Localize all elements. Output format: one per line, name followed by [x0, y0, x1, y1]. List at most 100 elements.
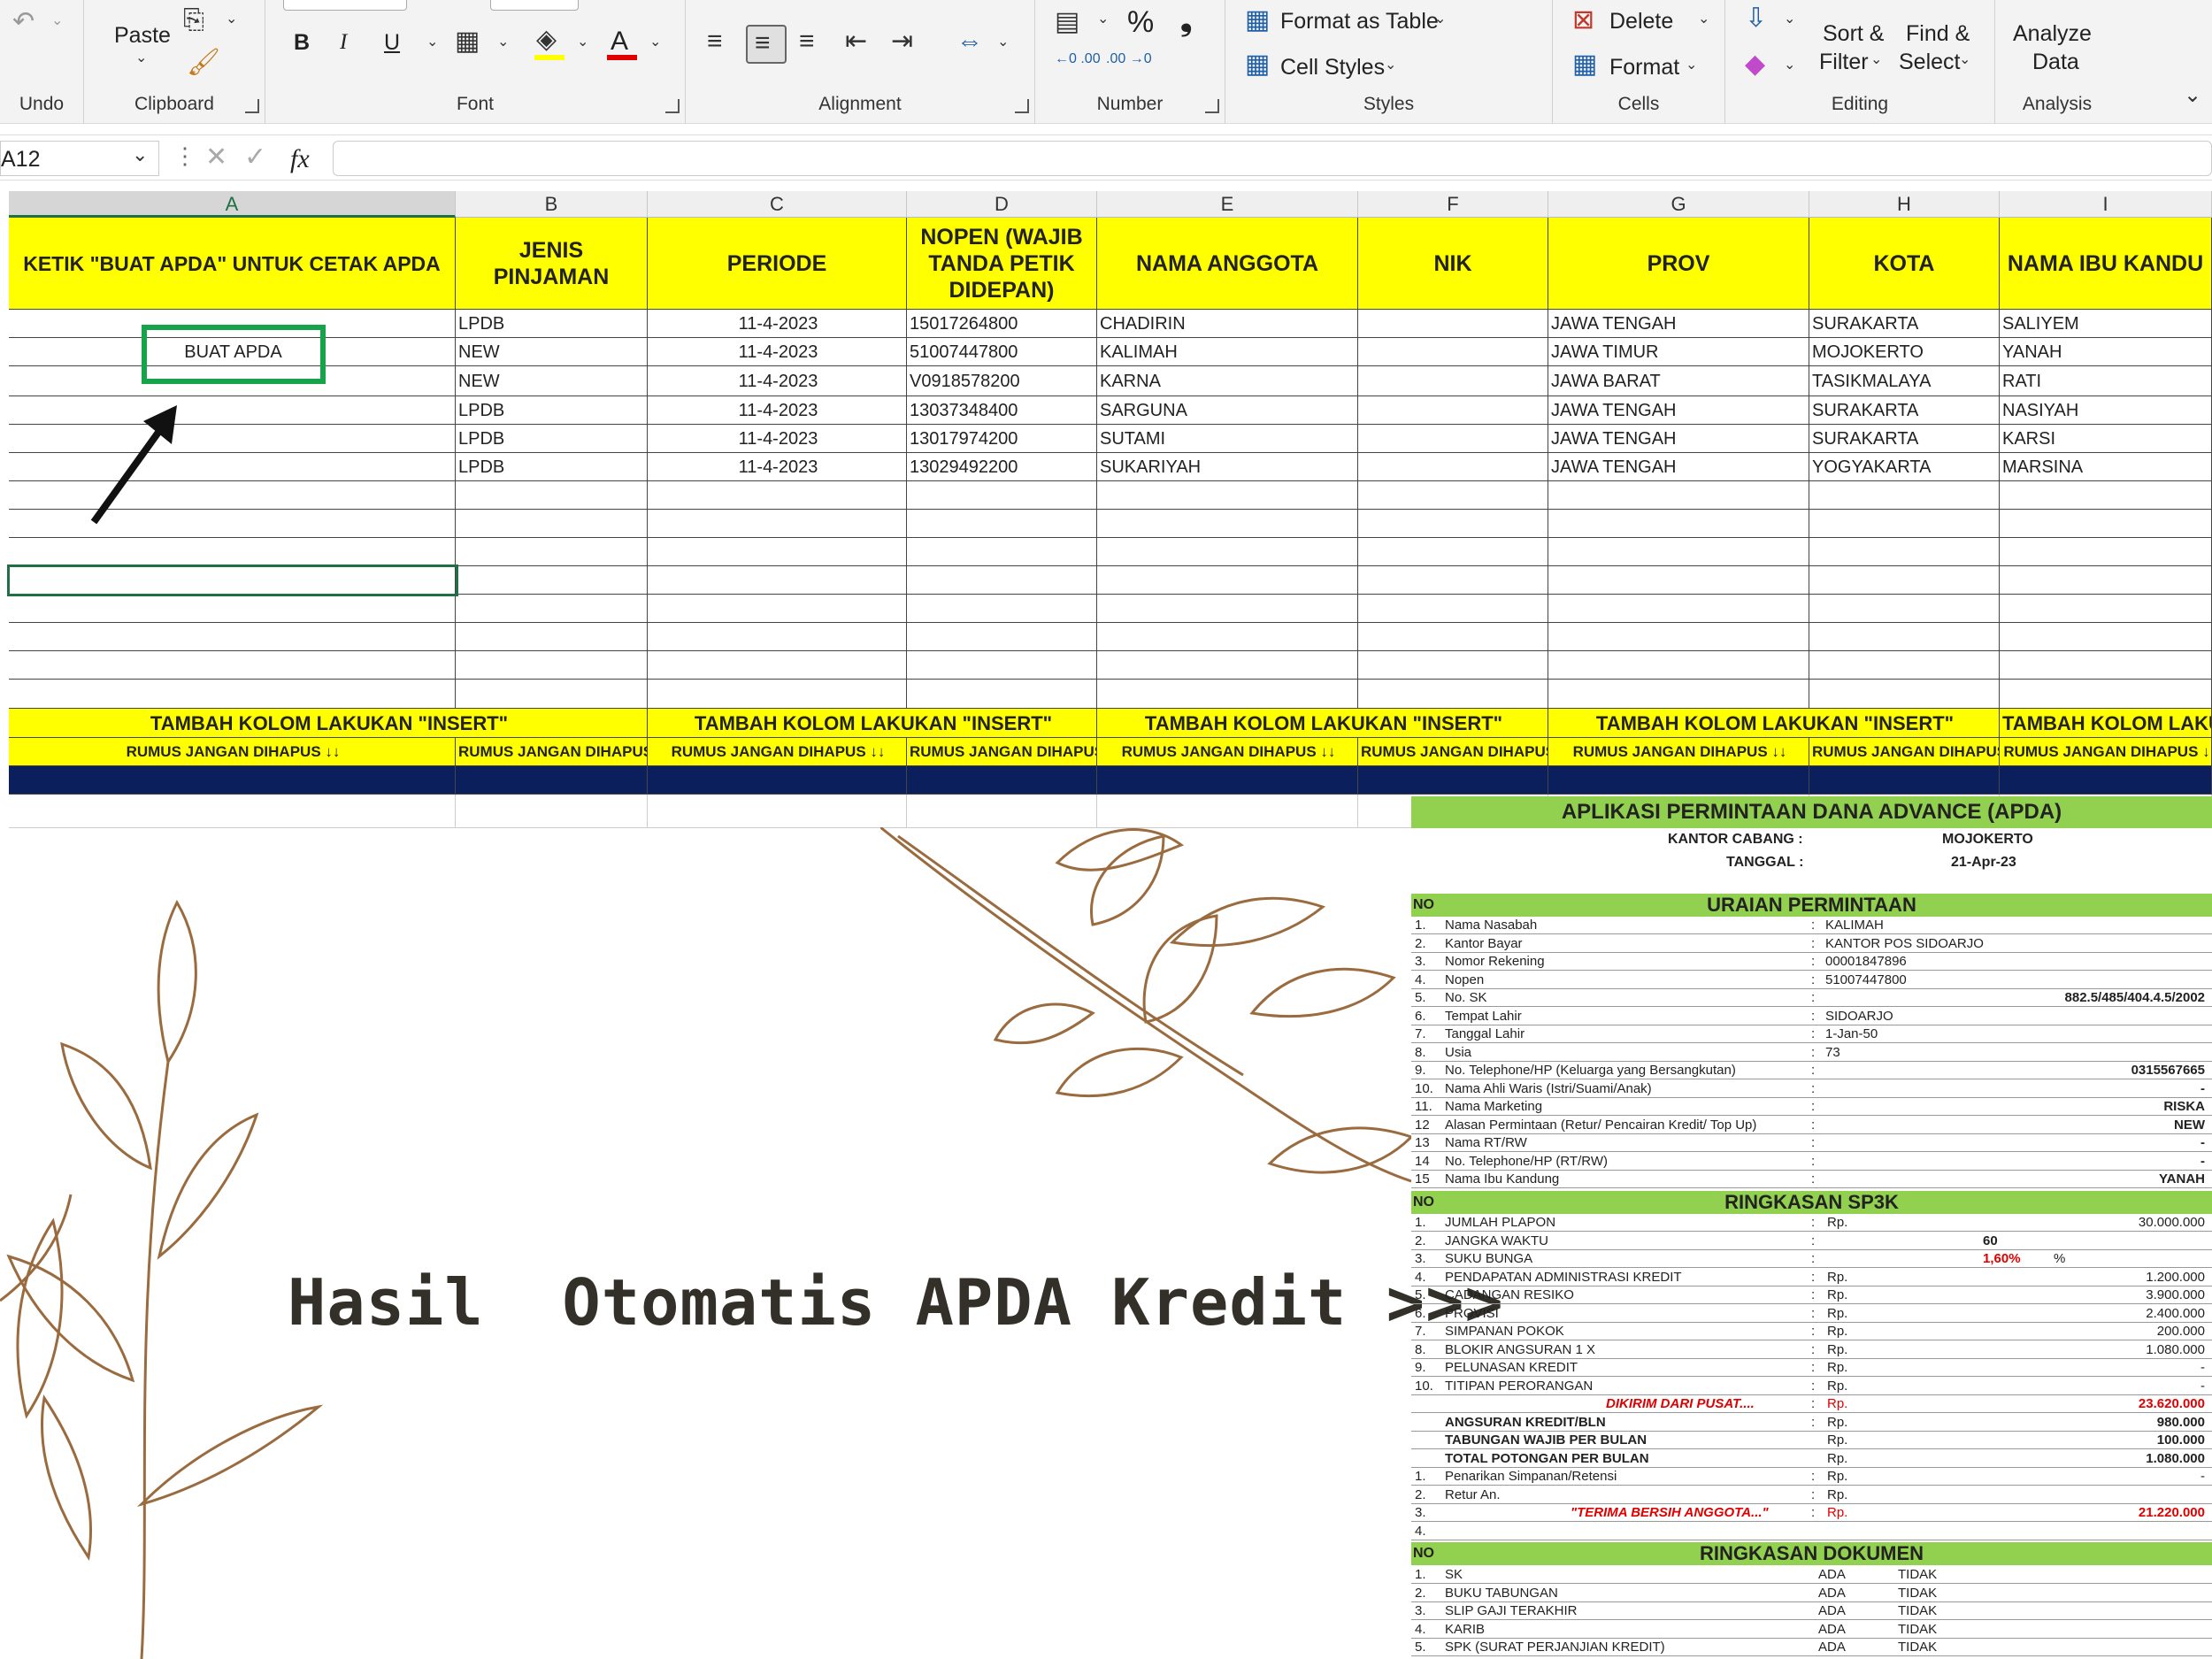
table-cell[interactable]: YANAH — [2000, 338, 2212, 366]
table-cell[interactable]: SURAKARTA — [1809, 310, 2000, 338]
table-cell[interactable]: 11-4-2023 — [648, 453, 907, 481]
table-cell[interactable] — [1548, 623, 1809, 651]
table-cell[interactable] — [907, 481, 1097, 510]
table-cell[interactable]: KARNA — [1097, 366, 1358, 396]
table-cell[interactable] — [648, 510, 907, 538]
header-cell[interactable]: KETIK "BUAT APDA" UNTUK CETAK APDA — [9, 218, 456, 310]
table-cell[interactable] — [1809, 680, 2000, 709]
table-cell[interactable] — [648, 680, 907, 709]
table-cell[interactable]: JAWA TENGAH — [1548, 396, 1809, 425]
table-cell[interactable]: JAWA TENGAH — [1548, 453, 1809, 481]
table-cell[interactable]: JAWA TENGAH — [1548, 310, 1809, 338]
table-cell[interactable] — [1809, 566, 2000, 595]
cell-styles-button[interactable]: Cell Styles — [1280, 55, 1385, 81]
table-cell[interactable] — [1548, 566, 1809, 595]
table-cell[interactable]: 11-4-2023 — [648, 396, 907, 425]
dialog-launcher-icon[interactable] — [245, 99, 259, 113]
table-cell[interactable] — [456, 481, 648, 510]
column-header-g[interactable]: G — [1548, 191, 1809, 218]
chevron-down-icon[interactable]: ⌄ — [997, 35, 1009, 50]
table-cell[interactable] — [907, 510, 1097, 538]
find-select-label-2[interactable]: Select — [1899, 50, 1960, 75]
table-cell[interactable] — [9, 481, 456, 510]
cancel-icon[interactable]: ✕ — [205, 144, 227, 171]
table-cell[interactable] — [1358, 481, 1548, 510]
merge-center-icon[interactable]: ⇔ — [956, 28, 983, 55]
font-color-icon[interactable]: A — [611, 27, 628, 57]
sort-filter-label-1[interactable]: Sort & — [1823, 21, 1884, 47]
enter-icon[interactable]: ✓ — [244, 144, 266, 171]
fill-icon[interactable]: ⇩ — [1745, 5, 1767, 32]
table-cell[interactable] — [907, 623, 1097, 651]
table-cell[interactable] — [456, 510, 648, 538]
align-center-button[interactable]: ≡ — [746, 25, 787, 64]
table-cell[interactable] — [907, 595, 1097, 623]
table-cell[interactable]: 13029492200 — [907, 453, 1097, 481]
chevron-down-icon[interactable]: ⌄ — [649, 35, 661, 50]
table-cell[interactable] — [648, 481, 907, 510]
chevron-down-icon[interactable]: ⌄ — [1870, 53, 1882, 67]
paste-button[interactable]: Paste — [114, 23, 171, 49]
table-cell[interactable] — [1358, 310, 1548, 338]
name-box[interactable]: A12 ⌄ — [0, 141, 159, 176]
table-cell[interactable] — [9, 595, 456, 623]
chevron-down-icon[interactable]: ⌄ — [577, 35, 588, 50]
table-cell[interactable]: 11-4-2023 — [648, 338, 907, 366]
chevron-down-icon[interactable]: ⌄ — [1097, 12, 1109, 27]
table-cell[interactable] — [1809, 651, 2000, 680]
table-cell[interactable] — [9, 425, 456, 453]
table-cell[interactable] — [1097, 595, 1358, 623]
table-cell[interactable]: 51007447800 — [907, 338, 1097, 366]
column-header-c[interactable]: C — [648, 191, 907, 218]
bold-button[interactable]: B — [294, 30, 310, 56]
comma-button[interactable]: ❟ — [1180, 4, 1192, 38]
table-cell[interactable]: MARSINA — [2000, 453, 2212, 481]
chevron-down-icon[interactable]: ⌄ — [1784, 12, 1795, 27]
format-painter-icon[interactable]: 🖌 — [187, 50, 220, 76]
table-cell[interactable]: LPDB — [456, 425, 648, 453]
analyze-data-label-2[interactable]: Data — [2032, 50, 2079, 75]
table-cell[interactable] — [1097, 510, 1358, 538]
table-cell[interactable] — [648, 566, 907, 595]
table-cell[interactable] — [1358, 651, 1548, 680]
table-cell[interactable] — [9, 510, 456, 538]
table-cell[interactable] — [1358, 338, 1548, 366]
chevron-down-icon[interactable]: ⌄ — [132, 145, 148, 165]
align-right-icon[interactable]: ≡ — [799, 28, 815, 55]
table-cell[interactable] — [1358, 623, 1548, 651]
table-cell[interactable]: NEW — [456, 338, 648, 366]
increase-decimal-button[interactable]: ←0 .00 — [1055, 51, 1101, 67]
table-cell[interactable] — [648, 623, 907, 651]
header-cell[interactable]: NOPEN (WAJIB TANDA PETIK DIDEPAN) — [907, 218, 1097, 310]
accounting-format-icon[interactable]: ▤ — [1055, 9, 1079, 35]
column-header-b[interactable]: B — [456, 191, 648, 218]
chevron-down-icon[interactable]: ⌄ — [226, 12, 237, 27]
table-cell[interactable] — [456, 651, 648, 680]
table-cell[interactable]: 11-4-2023 — [648, 310, 907, 338]
table-cell[interactable] — [1809, 595, 2000, 623]
decrease-decimal-button[interactable]: .00 →0 — [1106, 51, 1152, 67]
table-cell[interactable]: RATI — [2000, 366, 2212, 396]
table-cell[interactable] — [1358, 566, 1548, 595]
empty-cell[interactable] — [907, 795, 1097, 828]
table-cell[interactable] — [1809, 538, 2000, 566]
percent-button[interactable]: % — [1127, 5, 1154, 40]
table-cell[interactable] — [456, 566, 648, 595]
table-cell[interactable]: 11-4-2023 — [648, 366, 907, 396]
empty-cell[interactable] — [9, 795, 456, 828]
table-cell[interactable] — [1358, 680, 1548, 709]
column-header-e[interactable]: E — [1097, 191, 1358, 218]
decrease-indent-icon[interactable]: ⇤ — [845, 28, 867, 55]
copy-icon[interactable]: ⎘ — [183, 7, 204, 34]
more-options-icon[interactable]: ⋮ — [173, 144, 196, 167]
table-cell[interactable] — [1548, 538, 1809, 566]
table-cell[interactable] — [456, 623, 648, 651]
table-cell[interactable] — [1097, 566, 1358, 595]
table-cell[interactable]: SURAKARTA — [1809, 425, 2000, 453]
table-cell[interactable] — [456, 538, 648, 566]
table-cell[interactable] — [9, 396, 456, 425]
selected-cell-a12[interactable] — [7, 565, 458, 596]
chevron-down-icon[interactable]: ⌄ — [1698, 12, 1709, 27]
table-cell[interactable] — [1097, 623, 1358, 651]
table-cell[interactable] — [1548, 680, 1809, 709]
